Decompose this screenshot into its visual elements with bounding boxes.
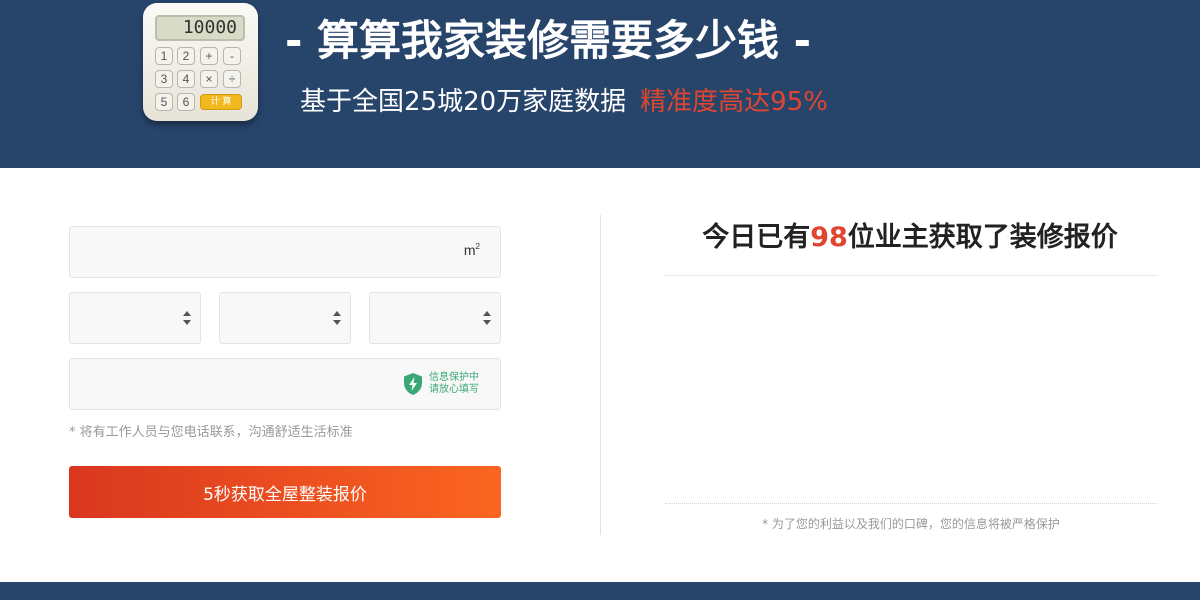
- quote-feed-list: [665, 280, 1157, 502]
- divider: [665, 275, 1157, 276]
- secure-note: 信息保护中 请放心填写: [429, 372, 479, 396]
- divider: [600, 215, 601, 535]
- subtitle-text: 基于全国25城20万家庭数据: [300, 87, 627, 117]
- page-title: - 算算我家装修需要多少钱 -: [285, 16, 812, 65]
- area-field[interactable]: m2: [69, 226, 501, 278]
- calculator-key: 6: [177, 93, 195, 111]
- calculator-key: 2: [177, 47, 195, 65]
- calculator-key: ×: [200, 70, 218, 88]
- area-unit-base: m: [463, 242, 476, 258]
- calculator-key: ÷: [223, 70, 241, 88]
- hall-select[interactable]: [219, 292, 351, 344]
- area-input[interactable]: [70, 227, 450, 277]
- divider: [665, 503, 1157, 504]
- shield-lightning-icon: [404, 373, 422, 395]
- phone-input[interactable]: [70, 359, 390, 409]
- get-quote-button[interactable]: 5秒获取全屋整装报价: [69, 466, 501, 518]
- calculator-key: +: [200, 47, 218, 65]
- calculator-key: 1: [155, 47, 173, 65]
- subtitle-accent: 精准度高达95%: [640, 87, 828, 117]
- calculator-icon: 10000 1 2 + - 3 4 × ÷ 5 6 计 算: [143, 3, 258, 121]
- calculator-display: 10000: [155, 15, 245, 41]
- quote-count-title: 今日已有98位业主获取了装修报价: [665, 214, 1155, 262]
- calculator-key: -: [223, 47, 241, 65]
- calculator-key: 4: [177, 70, 195, 88]
- footer-band: [0, 582, 1200, 600]
- quote-count-prefix: 今日已有: [702, 222, 811, 253]
- phone-field[interactable]: 信息保护中 请放心填写: [69, 358, 501, 410]
- header-banner: 10000 1 2 + - 3 4 × ÷ 5 6 计 算 - 算算我家装修需要…: [0, 0, 1200, 168]
- contact-note: * 将有工作人员与您电话联系，沟通舒适生活标准: [69, 425, 353, 440]
- secure-note-line1: 信息保护中: [429, 372, 479, 383]
- bathroom-select[interactable]: [369, 292, 501, 344]
- updown-arrow-icon: [483, 311, 491, 327]
- area-unit-sup: 2: [475, 242, 480, 251]
- room-select[interactable]: [69, 292, 201, 344]
- calculator-key: 3: [155, 70, 173, 88]
- quote-count-number: 98: [810, 222, 848, 253]
- secure-note-line2: 请放心填写: [429, 384, 479, 395]
- updown-arrow-icon: [333, 311, 341, 327]
- privacy-note: * 为了您的利益以及我们的口碑，您的信息将被严格保护: [762, 517, 1060, 531]
- quote-count-suffix: 位业主获取了装修报价: [847, 222, 1118, 253]
- calculator-key: 5: [155, 93, 173, 111]
- area-unit: m2: [464, 242, 480, 258]
- updown-arrow-icon: [183, 311, 191, 327]
- page-subtitle: 基于全国25城20万家庭数据 精准度高达95%: [300, 80, 828, 124]
- calculator-go-key: 计 算: [200, 94, 242, 110]
